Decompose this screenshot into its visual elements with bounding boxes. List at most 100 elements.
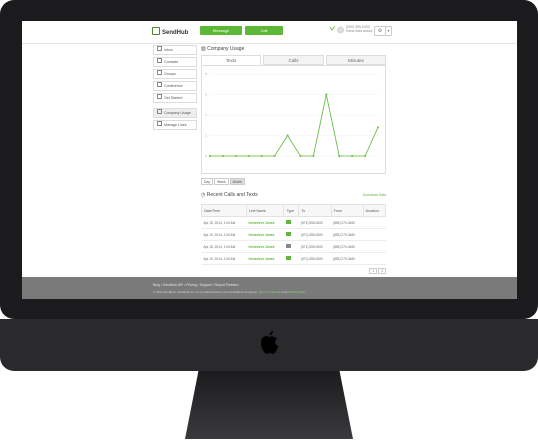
col-duration[interactable]: Duration	[362, 204, 387, 217]
data-point	[312, 154, 315, 158]
range-day-button[interactable]: Day	[201, 178, 214, 185]
y-tick-label: 4	[206, 113, 208, 117]
message-button[interactable]: Message	[200, 26, 242, 35]
sidebar-item-label: Contacts	[164, 60, 179, 64]
cell-to: (571) 555-0000	[298, 216, 332, 229]
user-company: Gene Acts Assoc	[346, 29, 373, 33]
cell-line-name[interactable]: Genevieve Jones	[246, 216, 284, 229]
cell-from: (855) 270-0460	[331, 252, 364, 265]
cell-line-name[interactable]: Genevieve Jones	[246, 252, 284, 265]
cell-duration	[363, 252, 386, 265]
y-tick-label: 8	[206, 72, 208, 76]
groups-icon	[157, 70, 162, 75]
text-message-icon	[285, 220, 291, 224]
cell-type	[283, 252, 299, 265]
data-point	[376, 126, 380, 129]
data-point	[338, 154, 341, 158]
text-message-icon	[285, 232, 291, 236]
data-point	[260, 154, 263, 158]
sidebar-item-inbox[interactable]: Inbox	[153, 45, 197, 55]
sidebar-item-contacts[interactable]: Contacts	[153, 57, 197, 67]
col-datetime[interactable]: Date/Time	[201, 204, 247, 217]
data-point	[234, 154, 237, 158]
table-row[interactable]: Apr 15, 2014, 1:00 AM Genevieve Jones (5…	[201, 252, 386, 265]
avatar[interactable]	[337, 26, 344, 35]
sidebar-item-get-started[interactable]: Get Started	[153, 93, 197, 103]
cell-to: (571) 555-0000	[298, 228, 332, 241]
star-icon	[157, 94, 162, 99]
col-to[interactable]: To	[298, 204, 332, 217]
data-point	[208, 154, 212, 158]
usage-tabs: Texts Calls Minutes	[201, 55, 386, 65]
table-header-row: Date/Time Line Name Type To From Duratio…	[201, 204, 387, 217]
sidebar-item-groups[interactable]: Groups	[153, 69, 197, 79]
usage-chart: 0 2 4 6 8	[201, 65, 386, 174]
lines-icon	[157, 121, 162, 126]
sidebar-item-manage-lines[interactable]: Manage Lines	[153, 120, 197, 130]
y-tick-label: 2	[206, 134, 208, 138]
page-title-text: Company Usage	[207, 46, 245, 52]
cell-line-name[interactable]: Genevieve Jones	[246, 228, 284, 241]
cell-to: (571) 555-0000	[298, 240, 332, 253]
cell-line-name[interactable]: Genevieve Jones	[246, 240, 284, 253]
page-2-button[interactable]: 2	[378, 268, 386, 274]
col-from[interactable]: From	[330, 204, 364, 217]
table-row[interactable]: Apr 15, 2014, 1:00 AM Genevieve Jones (5…	[201, 216, 386, 229]
sidebar-item-company-usage[interactable]: Company Usage	[153, 108, 197, 118]
contacts-icon	[157, 58, 162, 63]
conference-icon	[157, 82, 162, 87]
table-row[interactable]: Apr 15, 2014, 1:00 AM Genevieve Jones (5…	[201, 228, 386, 241]
inbox-icon	[157, 46, 162, 51]
recent-table: Date/Time Line Name Type To From Duratio…	[201, 204, 387, 265]
data-point	[221, 154, 225, 158]
sidebar-item-label: Company Usage	[164, 111, 191, 115]
col-line-name[interactable]: Line Name	[245, 204, 285, 217]
call-icon	[285, 244, 291, 248]
range-week-button[interactable]: Week	[214, 178, 229, 185]
terms-link[interactable]: Terms of Service	[258, 290, 280, 294]
user-info[interactable]: (000) 555-0000 Gene Acts Assoc	[346, 25, 372, 33]
page-footer: Blog • SendHub API • Pricing • Support •…	[22, 277, 517, 299]
range-buttons: Day Week Month	[201, 178, 386, 185]
sidebar-item-label: Groups	[164, 72, 176, 76]
chevron-down-icon: ▾	[387, 28, 390, 33]
download-data-link[interactable]: Download Data	[363, 191, 386, 200]
clock-icon: ◷	[201, 192, 206, 198]
data-point	[286, 134, 289, 137]
cell-type	[283, 216, 299, 229]
recent-section-header: ◷ Recent Calls and Texts Download Data	[201, 191, 386, 200]
cell-type	[283, 240, 299, 253]
y-tick-label: 6	[206, 93, 208, 97]
app-header: SendHub Message Call (000) 555-0000 Gene…	[22, 21, 517, 44]
dropdown-button[interactable]: ▾	[385, 26, 392, 36]
pagination: 12	[201, 268, 386, 274]
table-row[interactable]: Apr 15, 2014, 1:00 AM Genevieve Jones (5…	[201, 240, 386, 253]
cell-datetime: Apr 15, 2014, 1:00 AM	[201, 252, 247, 265]
call-button[interactable]: Call	[245, 26, 283, 35]
footer-links[interactable]: Blog • SendHub API • Pricing • Support •…	[153, 283, 238, 287]
sidebar-item-label: Conference	[164, 84, 183, 88]
col-type[interactable]: Type	[283, 204, 300, 217]
footer-legal: © 2014 Sendhub. SendHub Inc. is a small …	[153, 290, 306, 294]
bar-chart-icon: ▥	[201, 46, 206, 52]
cell-from: (855) 270-0460	[331, 240, 364, 253]
tab-minutes[interactable]: Minutes	[325, 55, 386, 65]
privacy-link[interactable]: Privacy Policy	[287, 290, 306, 294]
y-tick-label: 0	[206, 154, 208, 158]
main-content: ▥ Company Usage Texts Calls Minutes 0 2 4 6…	[201, 45, 387, 274]
logo-icon	[152, 27, 160, 35]
sidebar-item-label: Inbox	[164, 48, 173, 52]
logo-text: SendHub	[162, 30, 189, 36]
sendhub-logo[interactable]: SendHub	[152, 27, 188, 36]
tab-calls[interactable]: Calls	[263, 55, 324, 65]
cell-type	[283, 228, 299, 241]
page-1-button[interactable]: 1	[369, 268, 378, 274]
sidebar-item-label: Manage Lines	[164, 123, 187, 127]
range-month-button[interactable]: Month	[229, 178, 246, 185]
page-title: ▥ Company Usage	[201, 45, 386, 54]
cell-from: (855) 270-0460	[331, 228, 364, 241]
cell-datetime: Apr 15, 2014, 1:00 AM	[201, 240, 247, 253]
tab-texts[interactable]: Texts	[201, 55, 262, 65]
cell-duration	[363, 228, 386, 241]
sidebar-item-conference[interactable]: Conference	[153, 81, 197, 91]
